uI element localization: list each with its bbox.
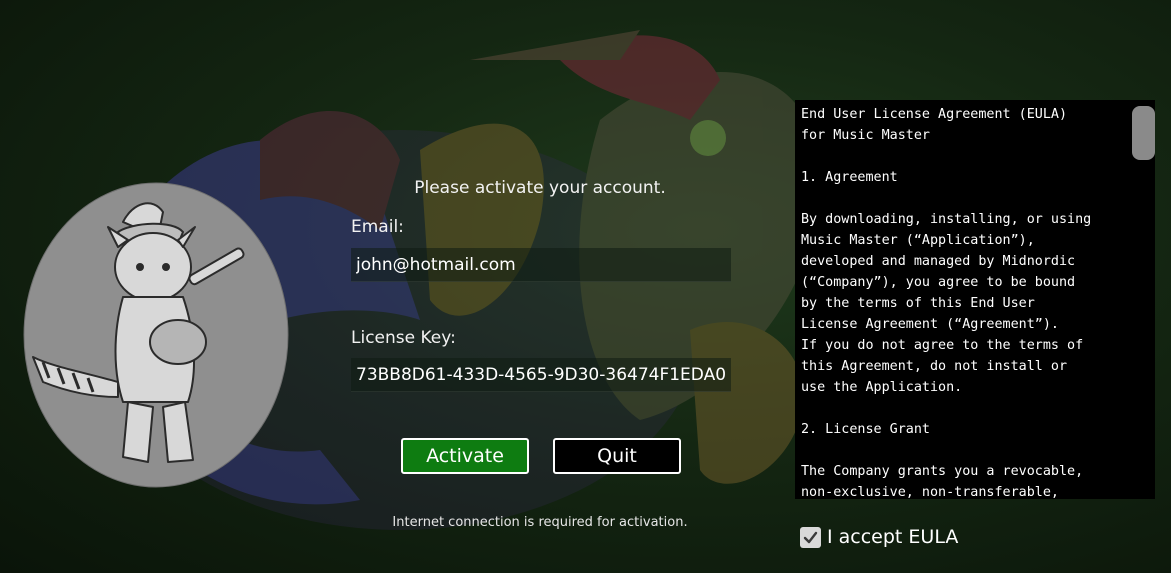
quit-button[interactable]: Quit [553,438,681,474]
activation-heading: Please activate your account. [414,178,666,198]
eula-scrollbar-thumb[interactable] [1132,106,1155,160]
eula-scrollbar[interactable] [1125,100,1155,499]
connection-note: Internet connection is required for acti… [392,515,688,530]
eula-text: End User License Agreement (EULA) for Mu… [801,107,1092,499]
email-label: Email: [351,217,404,237]
activate-button[interactable]: Activate [401,438,529,474]
license-key-field[interactable] [351,358,731,392]
eula-panel[interactable]: End User License Agreement (EULA) for Mu… [795,100,1155,499]
accept-eula-checkbox[interactable] [800,526,821,548]
check-icon [803,531,818,543]
mascot-illustration [23,182,289,488]
email-field[interactable] [351,248,731,282]
license-key-label: License Key: [351,328,456,348]
accept-eula-row[interactable]: I accept EULA [800,524,958,550]
accept-eula-label: I accept EULA [827,526,959,548]
